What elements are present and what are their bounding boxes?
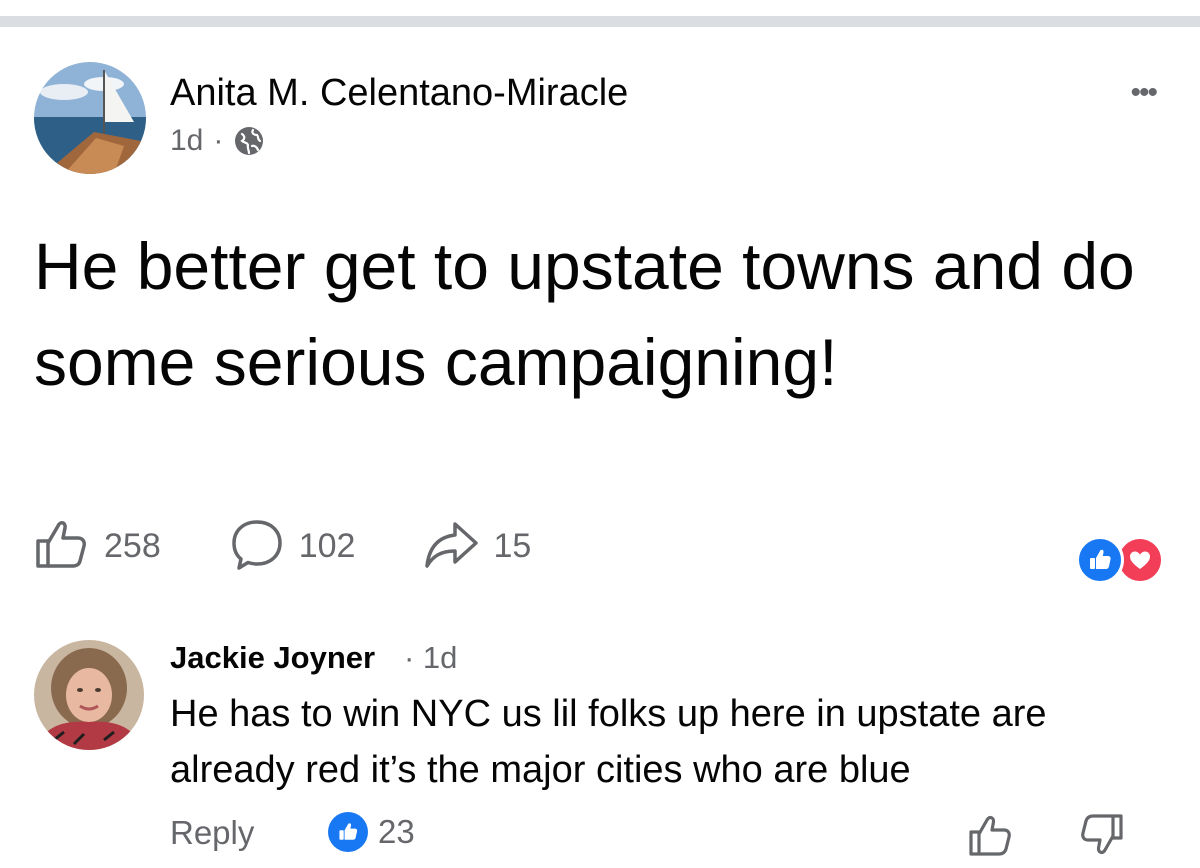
comment-button[interactable]: 102 bbox=[227, 514, 356, 579]
comment-count: 102 bbox=[298, 527, 356, 565]
thumbs-up-icon bbox=[32, 514, 92, 579]
comment-like-count: 23 bbox=[378, 813, 415, 850]
like-reaction-icon bbox=[1076, 536, 1124, 584]
thumbs-up-icon bbox=[969, 815, 1011, 856]
comment-author-avatar[interactable] bbox=[34, 640, 144, 750]
thumbs-down-icon bbox=[1081, 814, 1123, 855]
comment-bubble-icon bbox=[227, 514, 287, 579]
comment-time[interactable]: · 1d bbox=[404, 640, 457, 676]
post-time[interactable]: 1d bbox=[170, 124, 203, 158]
like-count: 258 bbox=[104, 527, 161, 565]
post-text: He better get to upstate towns and do so… bbox=[34, 229, 1135, 399]
comment-author-name[interactable]: Jackie Joyner bbox=[170, 640, 375, 676]
post-author-name[interactable]: Anita M. Celentano-Miracle bbox=[170, 72, 628, 115]
like-button[interactable]: 258 bbox=[32, 514, 161, 579]
like-reaction-icon bbox=[328, 812, 368, 852]
comment-reaction-summary[interactable]: 23 bbox=[328, 812, 415, 852]
comment-action-bar: Reply 23 bbox=[170, 810, 1170, 860]
comment-text: He has to win NYC us lil folks up here i… bbox=[170, 693, 1047, 791]
post-author-avatar[interactable] bbox=[34, 62, 146, 174]
upvote-button[interactable] bbox=[966, 810, 1016, 860]
top-divider bbox=[0, 16, 1200, 27]
share-count: 15 bbox=[493, 527, 532, 565]
reaction-summary[interactable] bbox=[1076, 536, 1170, 584]
meta-separator: · bbox=[213, 124, 224, 157]
post-action-bar: 258 102 15 bbox=[32, 514, 597, 579]
more-options-button[interactable]: ••• bbox=[1130, 78, 1157, 108]
share-button[interactable]: 15 bbox=[421, 514, 531, 579]
post-meta: 1d · bbox=[170, 124, 265, 158]
reply-button[interactable]: Reply bbox=[170, 814, 254, 852]
share-arrow-icon bbox=[421, 514, 481, 579]
globe-icon bbox=[233, 125, 265, 157]
downvote-button[interactable] bbox=[1076, 810, 1126, 860]
